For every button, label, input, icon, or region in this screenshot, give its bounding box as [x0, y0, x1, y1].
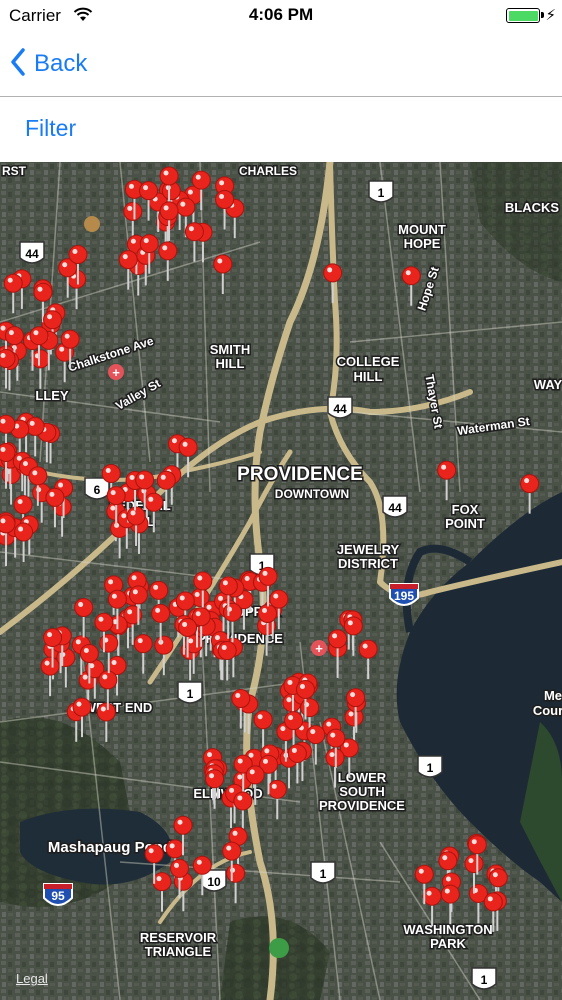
place-label: LOWER: [338, 770, 387, 785]
battery-icon: [506, 8, 540, 23]
route-shield-icon: 1: [471, 967, 497, 990]
navigation-bar: Back: [0, 30, 562, 97]
place-label: WEST END: [84, 700, 153, 715]
shield-number: 1: [320, 867, 327, 881]
shield-number: 44: [333, 402, 347, 416]
place-label: WASHINGTON: [403, 922, 492, 937]
place-label: RESERVOIR: [140, 930, 217, 945]
battery-fill: [508, 10, 538, 21]
place-label: FOX: [452, 502, 479, 517]
place-label: LLEY: [35, 388, 69, 403]
shield-number: 1: [481, 973, 488, 987]
clock: 4:06 PM: [248, 5, 314, 24]
back-button[interactable]: Back: [10, 44, 87, 84]
place-label: HILL: [216, 356, 245, 371]
route-shield-icon: 1: [310, 861, 336, 884]
shield-number: 1: [378, 186, 385, 200]
route-shield-icon: 1: [417, 755, 443, 778]
place-label: TRIANGLE: [145, 944, 212, 959]
place-label: JEWELRY: [337, 542, 400, 557]
place-label: SOUTH: [339, 784, 385, 799]
place-label: Cour: [533, 703, 562, 718]
filter-bar: Filter: [0, 97, 562, 162]
shield-number: 195: [394, 589, 414, 603]
route-shield-icon: 44: [327, 396, 353, 419]
shield-number: 44: [25, 247, 39, 261]
place-label: SMITH: [210, 342, 250, 357]
shield-number: 95: [51, 889, 65, 903]
place-label: COLLEGE: [337, 354, 400, 369]
route-shield-icon: 6: [84, 477, 110, 500]
place-label: HILL: [354, 369, 383, 384]
route-shield-icon: 1: [368, 180, 394, 203]
interstate-shield-icon: 195: [389, 583, 419, 606]
shield-number: 1: [427, 761, 434, 775]
battery-tip: [541, 12, 544, 18]
zoo-icon: [269, 938, 289, 958]
map-view[interactable]: 1 44 44 6 44 195 1 1 10 95 1 1 1 CHARLES RST BLACKS MOU…: [0, 162, 562, 1000]
shield-number: 10: [207, 875, 221, 889]
route-shield-icon: 44: [19, 241, 45, 264]
charging-bolt-icon: ⚡︎: [545, 7, 556, 24]
route-shield-icon: 44: [382, 495, 408, 518]
map-canvas[interactable]: 14444644195111095111 CHARLESRSTBLACKSMOU…: [0, 162, 562, 1000]
status-bar: Carrier 4:06 PM ⚡︎: [0, 0, 562, 30]
place-label: MOUNT: [398, 222, 446, 237]
svg-text:+: +: [112, 365, 120, 380]
route-shield-icon: 1: [177, 681, 203, 704]
place-label: RST: [2, 164, 27, 178]
back-label: Back: [34, 50, 88, 77]
place-label: WAY: [534, 377, 562, 392]
place-label: DISTRICT: [338, 556, 398, 571]
shield-number: 1: [187, 687, 194, 701]
place-label: BLACKS: [505, 200, 559, 215]
shield-number: 6: [94, 483, 101, 497]
place-label: POINT: [445, 516, 485, 531]
interstate-shield-icon: 95: [43, 883, 73, 906]
filter-button[interactable]: Filter: [25, 115, 76, 142]
place-label: DOWNTOWN: [275, 487, 349, 501]
svg-text:+: +: [315, 641, 323, 656]
legal-link[interactable]: Legal: [16, 971, 48, 986]
place-label: PROVIDENCE: [319, 798, 405, 813]
place-label: CHARLES: [239, 164, 297, 178]
place-label: PARK: [430, 936, 466, 951]
place-label: PROVIDENCE: [237, 464, 363, 485]
chevron-left-icon: [10, 47, 26, 81]
shield-number: 44: [388, 501, 402, 515]
school-icon: [84, 216, 100, 232]
place-label: Me: [544, 688, 562, 703]
place-label: HOPE: [404, 236, 441, 251]
